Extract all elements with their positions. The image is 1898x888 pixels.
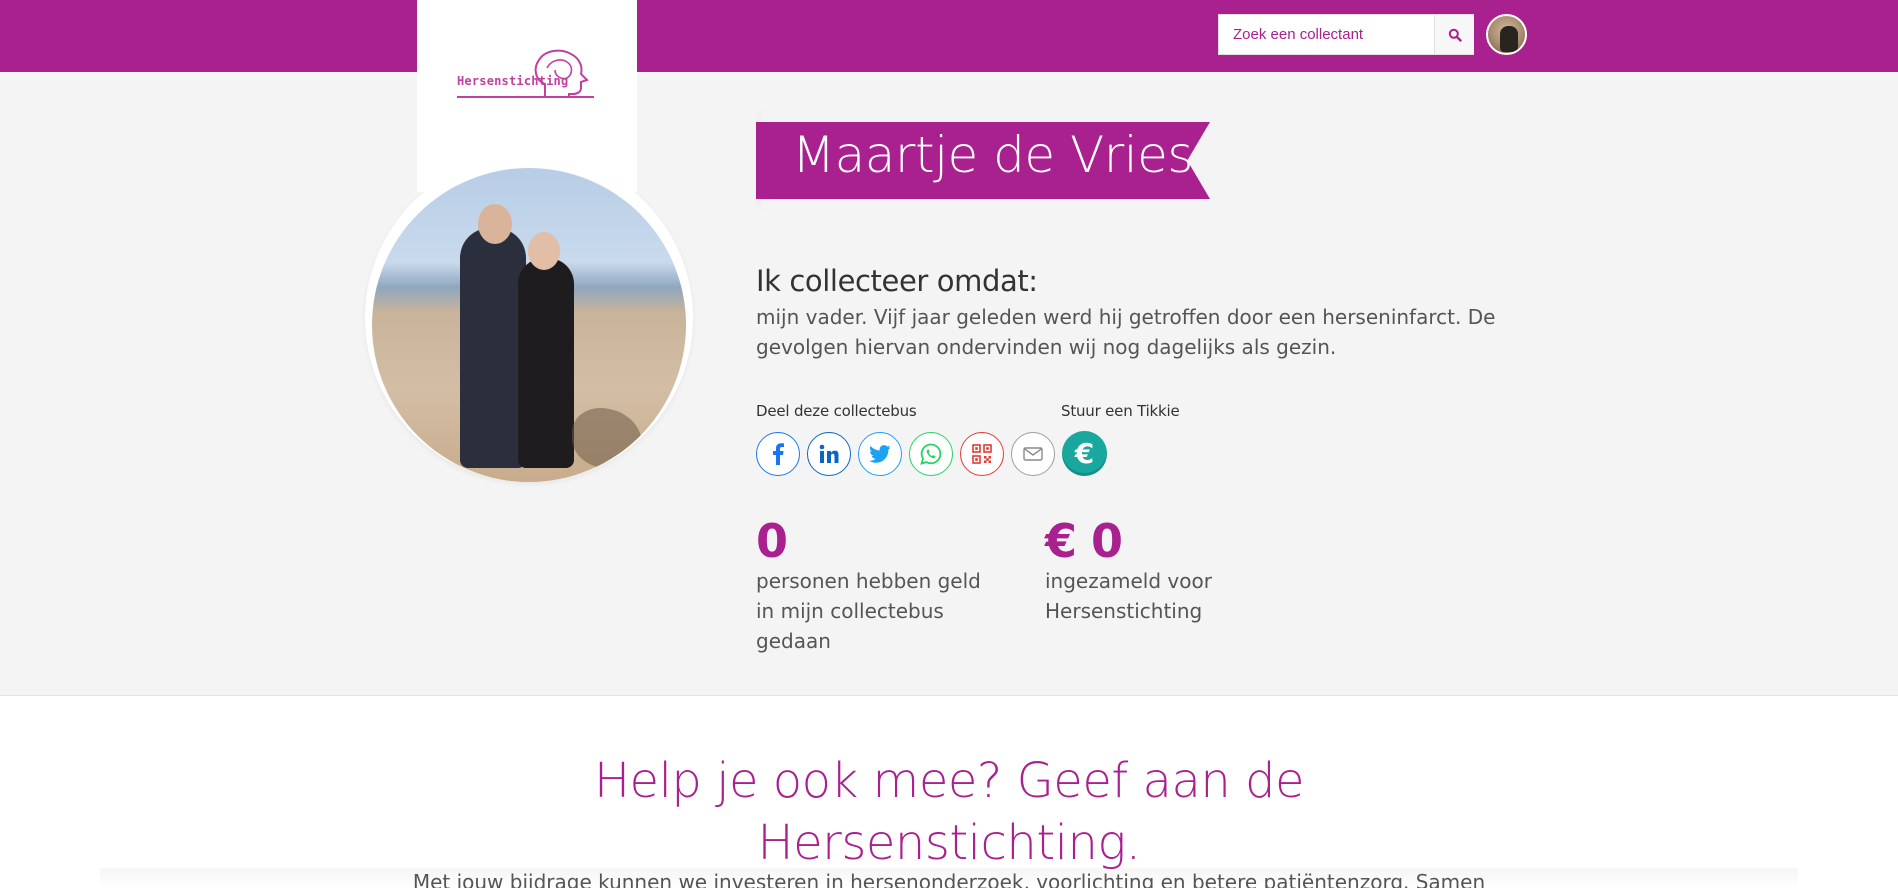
share-whatsapp-button[interactable] [909,432,953,476]
help-title-line-2: Hersenstichting. [757,815,1141,871]
linkedin-icon [819,444,839,463]
euro-icon: € [1074,437,1095,470]
share-email-button[interactable] [1011,432,1055,476]
logo-text: Hersenstichting [457,74,569,88]
amount-label: ingezameld voor Hersenstichting [1045,569,1212,623]
help-title-line-1: Help je ook mee? Geef aan de [593,753,1305,809]
tikkie-label: Stuur een Tikkie [1061,402,1180,420]
amount-raised: € 0 [1045,514,1123,568]
share-facebook-button[interactable] [756,432,800,476]
search-input[interactable] [1219,15,1434,54]
collector-name: Maartje de Vries [792,126,1193,184]
twitter-icon [869,445,891,463]
reason-text: mijn vader. Vijf jaar geleden werd hij g… [756,305,1496,359]
search-box [1218,14,1474,55]
qr-code-icon [972,444,992,464]
share-label: Deel deze collectebus [756,402,917,420]
search-icon [1448,28,1462,42]
whatsapp-icon [920,443,942,465]
donors-label: personen hebben geld in mijn collectebus… [756,569,981,653]
facebook-icon [773,443,784,465]
brain-head-logo-icon [534,49,589,96]
help-title: Help je ook mee? Geef aan de Hersenstich… [0,750,1898,874]
reason-heading: Ik collecteer omdat: [756,264,1038,298]
top-navigation-bar [0,0,1898,72]
help-subtitle: Met jouw bijdrage kunnen we investeren i… [412,870,1486,888]
share-twitter-button[interactable] [858,432,902,476]
email-icon [1023,447,1043,461]
profile-photo [372,168,686,482]
donors-count: 0 [756,514,788,568]
logo-panel[interactable]: Hersenstichting [417,0,637,192]
user-avatar[interactable] [1486,14,1527,55]
logo-underline [457,96,594,98]
tikkie-button[interactable]: € [1062,431,1107,476]
share-linkedin-button[interactable] [807,432,851,476]
search-button[interactable] [1434,15,1474,54]
share-qr-button[interactable] [960,432,1004,476]
